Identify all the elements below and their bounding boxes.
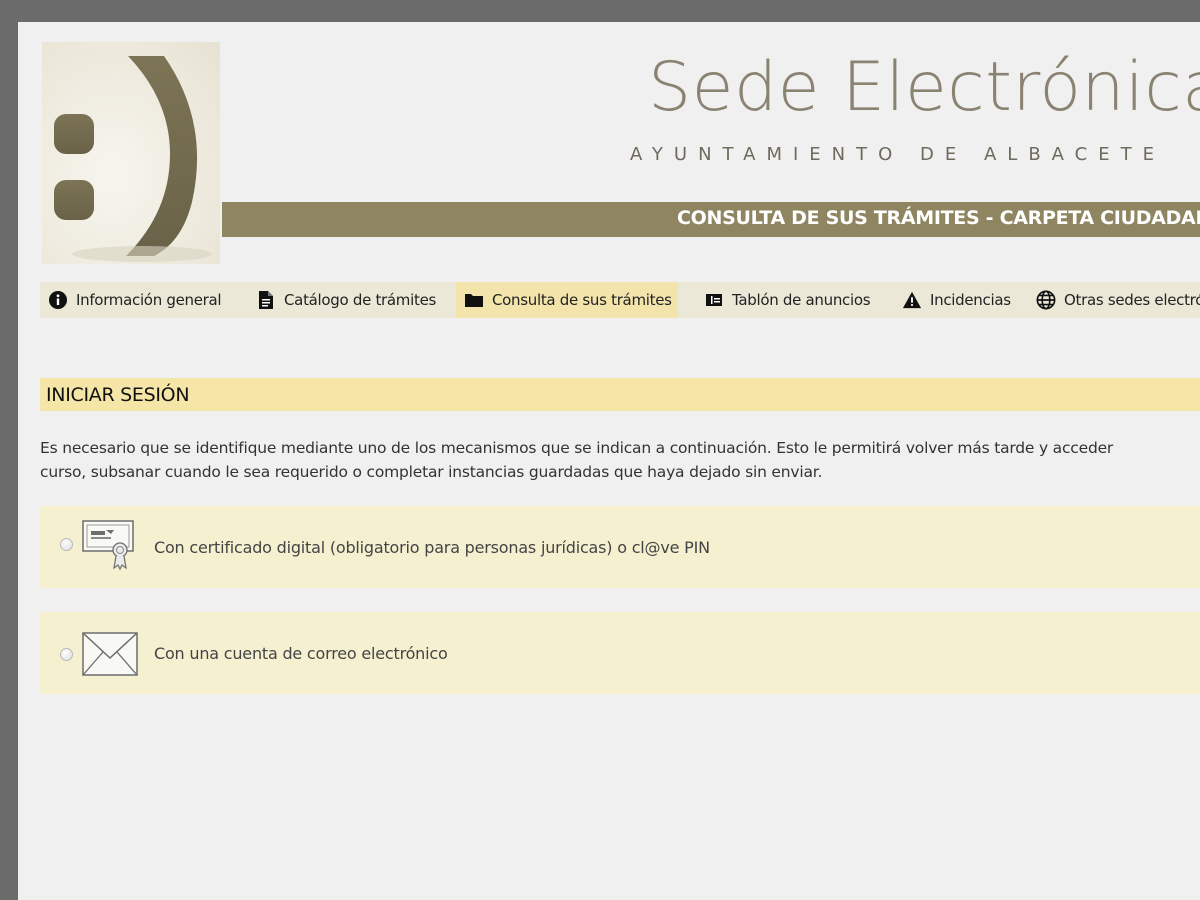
certificate-icon bbox=[82, 520, 136, 576]
envelope-icon bbox=[82, 632, 138, 680]
page: Sede Electrónica AYUNTAMIENTO DE ALBACET… bbox=[18, 22, 1200, 900]
nav-label: Incidencias bbox=[930, 291, 1011, 309]
login-intro-line1: Es necesario que se identifique mediante… bbox=[40, 439, 1114, 457]
board-icon bbox=[704, 290, 724, 310]
nav-item-consulta-tramites[interactable]: Consulta de sus trámites bbox=[456, 282, 678, 318]
site-logo[interactable] bbox=[42, 42, 220, 264]
nav-item-informacion-general[interactable]: Información general bbox=[40, 282, 227, 318]
nav-label: Tablón de anuncios bbox=[732, 291, 871, 309]
section-banner: CONSULTA DE SUS TRÁMITES - CARPETA CIUDA… bbox=[222, 202, 1200, 237]
login-heading: INICIAR SESIÓN bbox=[40, 378, 1200, 411]
nav-item-tablon-anuncios[interactable]: Tablón de anuncios bbox=[696, 282, 876, 318]
nav-label: Catálogo de trámites bbox=[284, 291, 437, 309]
smiley-logo-icon bbox=[54, 56, 212, 262]
nav-item-otras-sedes[interactable]: Otras sedes electrónicas bbox=[1028, 282, 1200, 318]
info-icon bbox=[48, 290, 68, 310]
nav-item-incidencias[interactable]: Incidencias bbox=[894, 282, 1017, 318]
nav-label: Consulta de sus trámites bbox=[492, 291, 672, 309]
login-intro-line2: curso, subsanar cuando le sea requerido … bbox=[40, 463, 823, 481]
main-nav: Información general Catálogo de trámites… bbox=[40, 282, 1200, 318]
nav-item-catalogo-tramites[interactable]: Catálogo de trámites bbox=[248, 282, 442, 318]
nav-label: Otras sedes electrónicas bbox=[1064, 291, 1200, 309]
warning-icon bbox=[902, 290, 922, 310]
section-banner-title: CONSULTA DE SUS TRÁMITES - CARPETA CIUDA… bbox=[677, 207, 1200, 229]
site-title: Sede Electrónica bbox=[648, 48, 1200, 127]
nav-label: Información general bbox=[76, 291, 222, 309]
document-icon bbox=[256, 290, 276, 310]
correo-radio[interactable] bbox=[60, 648, 73, 661]
login-intro: Es necesario que se identifique mediante… bbox=[40, 436, 1200, 484]
certificado-label[interactable]: Con certificado digital (obligatorio par… bbox=[154, 538, 710, 557]
login-option-correo[interactable]: Con una cuenta de correo electrónico bbox=[40, 612, 1200, 694]
globe-icon bbox=[1036, 290, 1056, 310]
certificado-radio[interactable] bbox=[60, 538, 73, 551]
folder-icon bbox=[464, 290, 484, 310]
correo-label[interactable]: Con una cuenta de correo electrónico bbox=[154, 644, 448, 663]
login-heading-text: INICIAR SESIÓN bbox=[46, 384, 190, 406]
login-option-certificado[interactable]: Con certificado digital (obligatorio par… bbox=[40, 506, 1200, 588]
site-subtitle: AYUNTAMIENTO DE ALBACETE bbox=[630, 144, 1165, 165]
